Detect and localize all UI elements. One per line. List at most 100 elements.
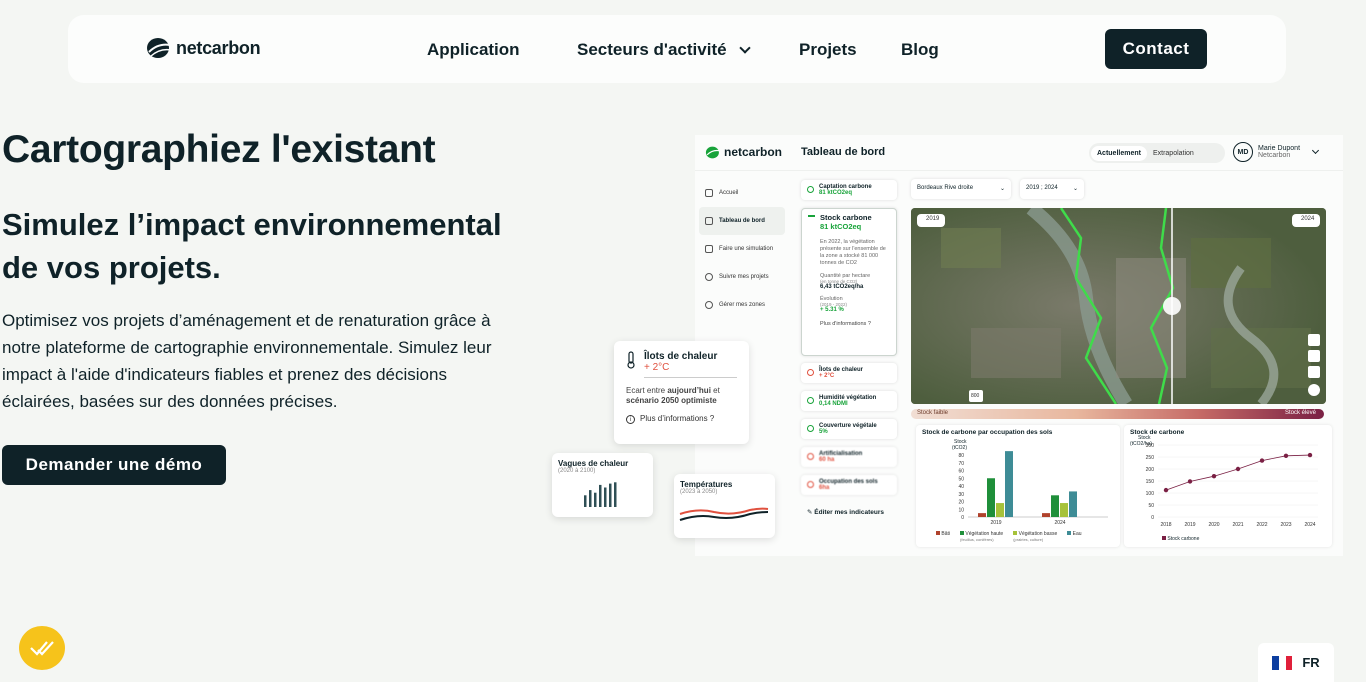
netcarbon-logo-icon xyxy=(705,146,720,158)
line-chart-svg: 0 50 100 150 200 250 300 2018 2019 2020 2021 2022 20… xyxy=(1146,443,1318,528)
legend-high: Stock élevé xyxy=(1284,410,1316,416)
logo-text: netcarbon xyxy=(176,37,261,58)
data-point xyxy=(1211,474,1217,479)
y-tick-label: 50 xyxy=(958,476,964,482)
data-point xyxy=(1187,479,1193,484)
bar-chart-legend: Bâti Végétation haute (feuillus, conifère… xyxy=(936,531,1116,543)
indicator-couverture[interactable]: Couverture végétale 5% xyxy=(801,419,897,439)
nav-link-secteurs[interactable]: Secteurs d'activité xyxy=(577,40,751,60)
legend-sublabel: (prairies, culture) xyxy=(1013,537,1044,542)
trend-icon xyxy=(705,245,713,253)
mini-bar xyxy=(609,483,612,507)
temperature-lines xyxy=(679,507,769,521)
y-tick-label: 80 xyxy=(958,453,964,459)
indicator-title: Stock carbone xyxy=(820,213,872,222)
thermometer-icon xyxy=(807,369,814,376)
language-switcher[interactable]: FR xyxy=(1258,643,1334,682)
series-line xyxy=(1165,454,1311,491)
ilots-more-info[interactable]: i Plus d’informations ? xyxy=(626,414,737,424)
indicator-humidite[interactable]: Humidité végétation 0,14 NDMI xyxy=(801,391,897,411)
dashboard-sidebar: Accueil Tableau de bord Faire une simula… xyxy=(699,179,785,319)
bar xyxy=(978,513,986,517)
mode-toggle[interactable]: Actuellement Extrapolation xyxy=(1089,143,1225,163)
bar xyxy=(996,503,1004,517)
line-chart-card: Stock de carbone Stock (tCO2/ha) 0 50 100 1… xyxy=(1124,425,1332,547)
toggle-extrapolation[interactable]: Extrapolation xyxy=(1147,146,1200,161)
nav-link-projets[interactable]: Projets xyxy=(799,40,857,60)
mini-bar xyxy=(594,492,597,507)
pin-icon xyxy=(705,301,713,309)
chevron-down-icon: ⌄ xyxy=(1072,186,1078,192)
map-year-right: 2024 xyxy=(1301,216,1315,222)
bar-chart-card: Stock de carbone par occupation des sols… xyxy=(916,425,1120,547)
legend-low: Stock faible xyxy=(917,410,949,416)
y-tick-label: 60 xyxy=(958,469,964,475)
data-point xyxy=(1283,453,1289,458)
sidebar-item-label: Accueil xyxy=(719,190,739,196)
y-tick-label: 30 xyxy=(958,492,964,498)
ilots-card-value: + 2°C xyxy=(644,362,670,373)
indicator-ilots[interactable]: Îlots de chaleur + 2°C xyxy=(801,363,897,383)
mini-bar xyxy=(589,490,592,507)
x-tick-label: 2021 xyxy=(1232,522,1243,528)
legend-item: Végétation basse (prairies, culture) xyxy=(1013,531,1057,543)
sidebar-item-tableau[interactable]: Tableau de bord xyxy=(699,207,785,235)
user-name: Marie Dupont xyxy=(1258,145,1301,152)
user-menu[interactable]: MD Marie Dupont Netcarbon xyxy=(1233,142,1320,162)
zone-select[interactable]: Bordeaux Rive droite ⌄ xyxy=(911,179,1011,199)
x-tick-label: 2023 xyxy=(1280,522,1291,528)
sidebar-item-label: Faire une simulation xyxy=(719,246,774,252)
stock-icon xyxy=(808,215,815,222)
edit-indicators-label: Éditer mes indicateurs xyxy=(814,509,884,516)
indicator-value: + 2°C xyxy=(819,373,835,379)
indicator-captation[interactable]: Captation carbone 81 ktCO2eq xyxy=(801,180,897,200)
sidebar-item-projets[interactable]: Suivre mes projets xyxy=(699,263,785,291)
edit-indicators-link[interactable]: ✎ Éditer mes indicateurs xyxy=(807,508,884,516)
text-bold: scénario 2050 optimiste xyxy=(626,396,717,405)
indicator-artificialisation[interactable]: Artificialisation 60 ha xyxy=(801,447,897,467)
netcarbon-logo[interactable]: netcarbon xyxy=(146,37,261,59)
dashboard-logo: netcarbon xyxy=(705,145,782,159)
sidebar-item-zones[interactable]: Gérer mes zones xyxy=(699,291,785,319)
y-tick-label: 250 xyxy=(1146,455,1155,461)
text-part: et xyxy=(710,386,720,395)
nav-link-application[interactable]: Application xyxy=(427,40,520,60)
search-icon xyxy=(705,273,713,281)
nav-link-secteurs-label: Secteurs d'activité xyxy=(577,40,727,59)
indicator-value: 0,14 NDMI xyxy=(819,401,848,407)
y-tick-label: 0 xyxy=(961,515,964,521)
indicator-value: 5% xyxy=(819,429,828,435)
nav-link-blog[interactable]: Blog xyxy=(901,40,939,60)
x-tick-label: 2022 xyxy=(1256,522,1267,528)
x-tick-label: 2019 xyxy=(990,520,1001,526)
indicator-stock[interactable]: Stock carbone 81 ktCO2eq En 2022, la vég… xyxy=(801,208,897,356)
sidebar-item-simulation[interactable]: Faire une simulation xyxy=(699,235,785,263)
indicator-occupation[interactable]: Occupation des sols 6ha xyxy=(801,475,897,495)
satellite-map[interactable]: 2019 2024 800 xyxy=(911,208,1326,404)
y-tick-label: 200 xyxy=(1146,467,1155,473)
legend-item: Bâti xyxy=(936,531,950,543)
indicator-value: 6ha xyxy=(819,485,830,491)
chevron-down-icon xyxy=(738,42,751,54)
demo-button[interactable]: Demander une démo xyxy=(2,445,226,485)
hero-paragraph: Optimisez vos projets d’aménagement et d… xyxy=(2,311,492,411)
more-info-label: Plus d’informations ? xyxy=(640,414,715,423)
contact-button[interactable]: Contact xyxy=(1105,29,1207,69)
stock-description: En 2022, la végétation présente sur l'en… xyxy=(820,239,886,266)
top-navigation: netcarbon Application Secteurs d'activit… xyxy=(68,15,1286,83)
toggle-actuellement[interactable]: Actuellement xyxy=(1091,145,1147,161)
accessibility-badge[interactable] xyxy=(19,626,65,670)
sidebar-item-accueil[interactable]: Accueil xyxy=(699,179,785,207)
indicator-value: 60 ha xyxy=(819,457,835,463)
data-point xyxy=(1307,452,1313,458)
user-org: Netcarbon xyxy=(1258,152,1291,159)
dashboard-title: Tableau de bord xyxy=(801,146,886,158)
chevron-down-icon: ⌄ xyxy=(999,186,1005,192)
x-tick-label: 2018 xyxy=(1160,522,1171,528)
temperatures-card: Températures (2023 à 2050) xyxy=(674,474,775,538)
cloud-icon xyxy=(807,186,814,193)
vagues-card-range: (2020 à 2100) xyxy=(558,468,596,474)
years-select[interactable]: 2019 ; 2024 ⌄ xyxy=(1020,179,1084,199)
more-info-link[interactable]: Plus d'informations ? xyxy=(820,321,890,327)
mini-bar xyxy=(584,495,587,507)
